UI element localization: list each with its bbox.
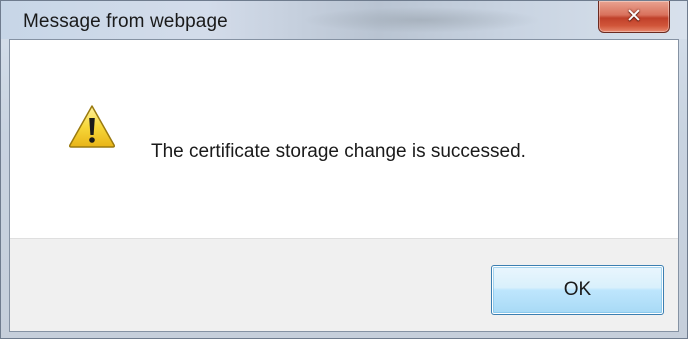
message-area: The certificate storage change is succes… — [10, 40, 678, 238]
dialog-body: The certificate storage change is succes… — [9, 39, 679, 332]
close-icon: ✕ — [626, 5, 642, 27]
title-bar[interactable]: Message from webpage ✕ — [1, 1, 687, 39]
ok-button[interactable]: OK — [491, 265, 664, 315]
title-bar-glow — [301, 7, 541, 33]
close-button[interactable]: ✕ — [598, 1, 670, 33]
dialog-title: Message from webpage — [23, 11, 228, 32]
warning-icon — [68, 105, 116, 148]
message-text: The certificate storage change is succes… — [151, 141, 526, 162]
message-dialog: Message from webpage ✕ The certificate s… — [0, 0, 688, 339]
button-bar: OK — [10, 238, 678, 331]
